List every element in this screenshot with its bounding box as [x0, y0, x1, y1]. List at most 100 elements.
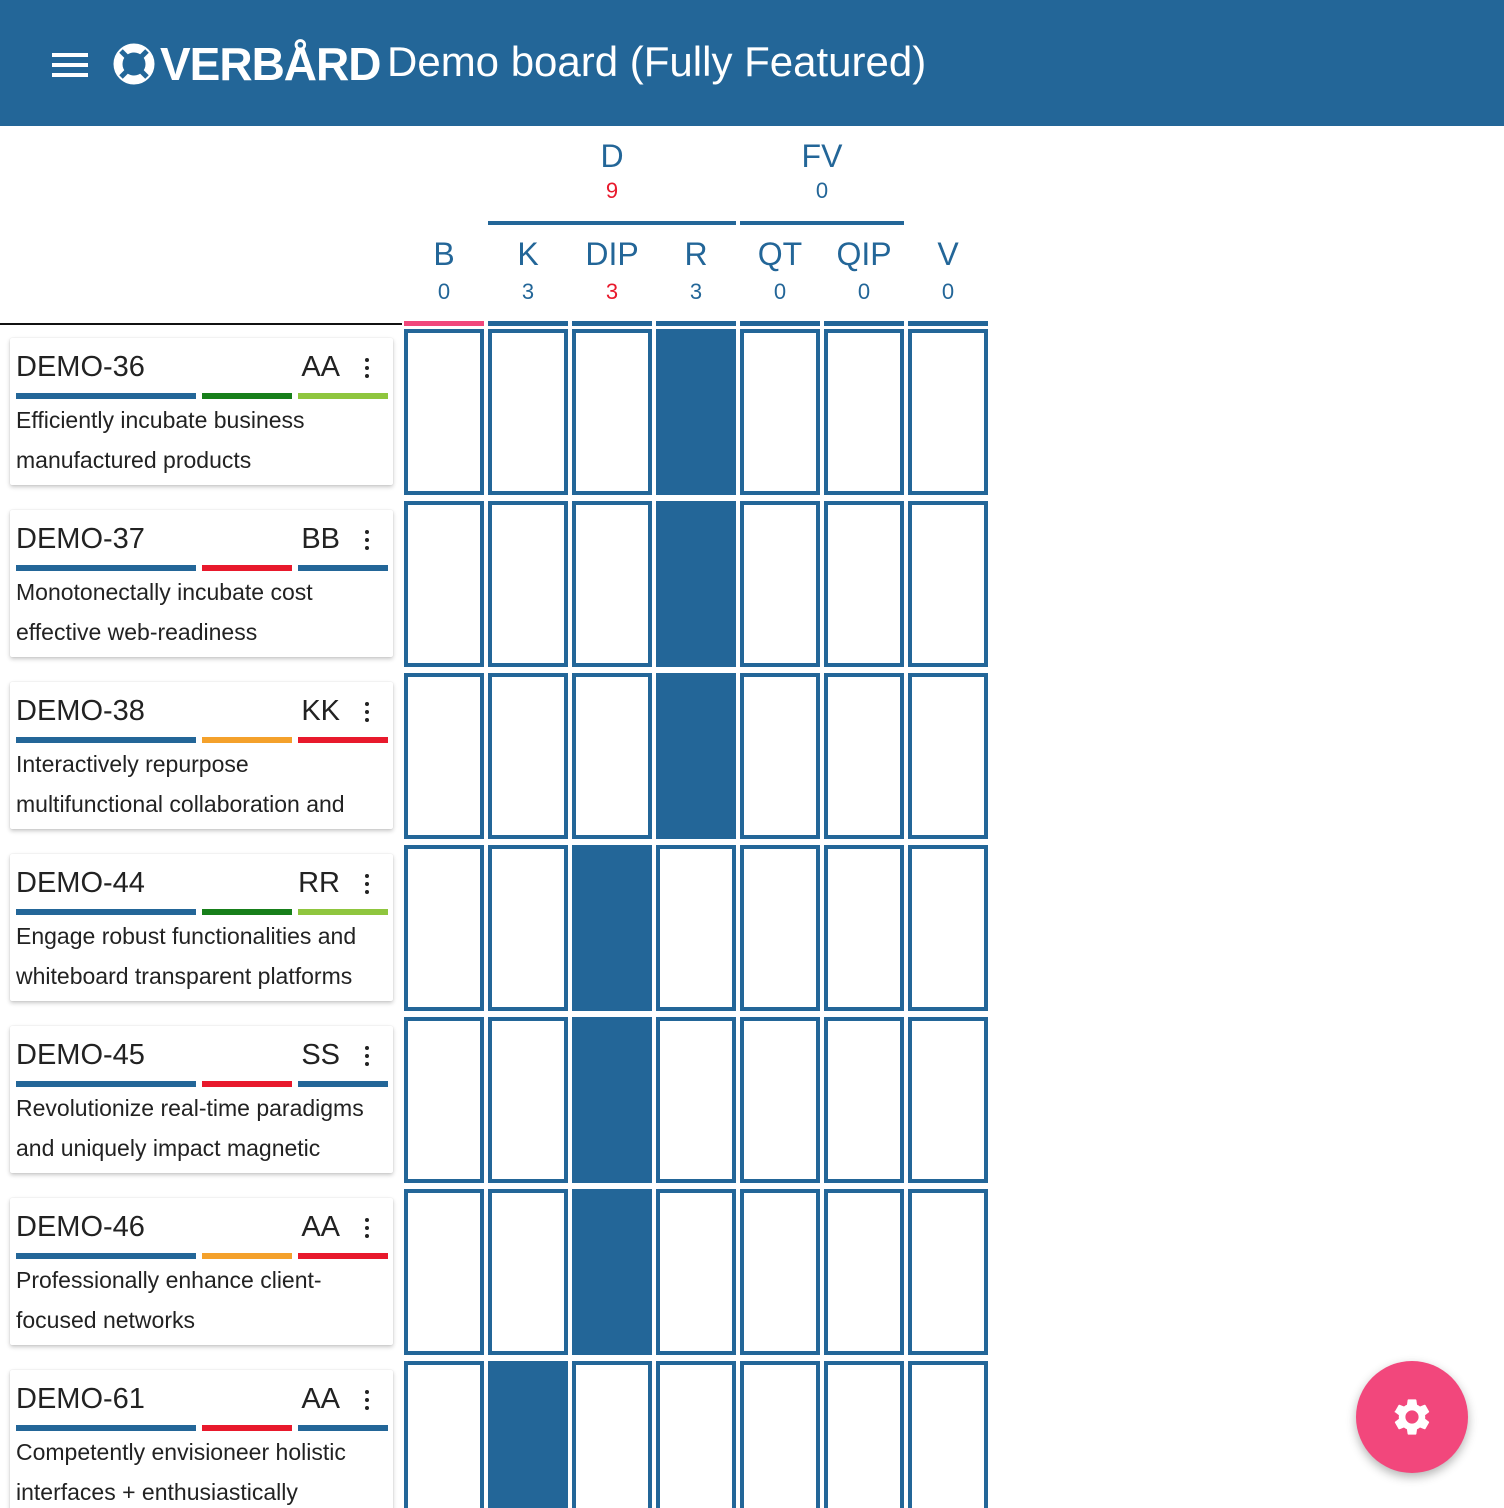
- more-vert-icon[interactable]: [363, 874, 371, 896]
- issue-state-cell-active[interactable]: [656, 501, 736, 667]
- column-count: 3: [605, 279, 619, 304]
- assignee-initials: RR: [298, 867, 340, 899]
- issue-state-cell[interactable]: [656, 845, 736, 1011]
- issue-state-cell[interactable]: [740, 673, 820, 839]
- issue-state-cell[interactable]: [488, 329, 568, 495]
- issue-state-cell[interactable]: [656, 1361, 736, 1508]
- issue-state-cell[interactable]: [404, 673, 484, 839]
- issue-card[interactable]: DEMO-46 AA Professionally enhance client-f…: [10, 1198, 393, 1345]
- group-divider-d: [488, 221, 736, 225]
- more-vert-icon[interactable]: [363, 530, 371, 552]
- issue-state-cell[interactable]: [572, 1361, 652, 1508]
- issue-state-cell-active[interactable]: [572, 1017, 652, 1183]
- column-name: QT: [757, 236, 803, 272]
- issue-key[interactable]: DEMO-45: [16, 1038, 145, 1072]
- issue-state-cell[interactable]: [908, 329, 988, 495]
- issue-state-cell[interactable]: [908, 845, 988, 1011]
- issue-card[interactable]: DEMO-36 AA Efficiently incubate business m…: [10, 338, 393, 485]
- issue-state-cell[interactable]: [572, 329, 652, 495]
- issue-state-cell[interactable]: [824, 329, 904, 495]
- issue-state-cell[interactable]: [908, 673, 988, 839]
- issue-state-cell[interactable]: [740, 1361, 820, 1508]
- issue-key[interactable]: DEMO-38: [16, 694, 145, 728]
- more-vert-icon[interactable]: [363, 1390, 371, 1412]
- state-bar: [298, 737, 388, 743]
- issue-card[interactable]: DEMO-61 AA Competently envisioneer holisti…: [10, 1370, 393, 1508]
- settings-button[interactable]: [1356, 1361, 1468, 1473]
- state-bar: [298, 909, 388, 915]
- more-vert-icon[interactable]: [363, 358, 371, 380]
- issue-state-cell[interactable]: [824, 1189, 904, 1355]
- issue-state-cell-active[interactable]: [572, 845, 652, 1011]
- issue-state-cell[interactable]: [824, 1361, 904, 1508]
- header-divider: [0, 323, 402, 325]
- issue-state-cell[interactable]: [908, 501, 988, 667]
- column-count: 3: [521, 279, 535, 304]
- issue-state-cell[interactable]: [488, 501, 568, 667]
- issue-state-cell[interactable]: [824, 1017, 904, 1183]
- issue-state-cell-active[interactable]: [488, 1361, 568, 1508]
- issue-state-cell[interactable]: [908, 1189, 988, 1355]
- issue-state-cell[interactable]: [572, 673, 652, 839]
- issue-state-cell[interactable]: [404, 1361, 484, 1508]
- priority-bar: [202, 737, 292, 743]
- issue-state-cell[interactable]: [824, 845, 904, 1011]
- issue-key[interactable]: DEMO-37: [16, 522, 145, 556]
- issue-state-cell[interactable]: [404, 845, 484, 1011]
- column-name: V: [937, 236, 959, 272]
- issue-state-cell[interactable]: [656, 1017, 736, 1183]
- issue-state-cell[interactable]: [740, 329, 820, 495]
- issue-state-cell[interactable]: [488, 1017, 568, 1183]
- issue-state-cell[interactable]: [404, 501, 484, 667]
- issue-key[interactable]: DEMO-44: [16, 866, 145, 900]
- more-vert-icon[interactable]: [363, 1218, 371, 1240]
- issue-key[interactable]: DEMO-36: [16, 350, 145, 384]
- column-header-qt[interactable]: QT 0: [740, 234, 820, 307]
- issue-card[interactable]: DEMO-38 KK Interactively repurpose multifu…: [10, 682, 393, 829]
- issue-state-cell[interactable]: [824, 501, 904, 667]
- issue-key[interactable]: DEMO-46: [16, 1210, 145, 1244]
- issue-state-cell[interactable]: [908, 1361, 988, 1508]
- issue-state-cell[interactable]: [488, 673, 568, 839]
- issue-summary: Competently envisioneer holistic interfa…: [16, 1439, 346, 1505]
- issue-state-cell[interactable]: [740, 1017, 820, 1183]
- column-header-qip[interactable]: QIP 0: [824, 234, 904, 307]
- menu-icon[interactable]: [52, 53, 88, 77]
- column-bar-qip: [824, 321, 904, 326]
- column-header-r[interactable]: R 3: [656, 234, 736, 307]
- issue-card[interactable]: DEMO-44 RR Engage robust functionalities a…: [10, 854, 393, 1001]
- issue-state-cell[interactable]: [740, 501, 820, 667]
- app-logo[interactable]: VERBÅRD: [112, 40, 381, 88]
- issue-state-cell[interactable]: [404, 329, 484, 495]
- column-name: R: [684, 236, 708, 272]
- issue-state-cell[interactable]: [824, 673, 904, 839]
- assignee-initials: KK: [301, 695, 340, 727]
- state-bar: [298, 1253, 388, 1259]
- column-header-dip[interactable]: DIP 3: [572, 234, 652, 307]
- issue-state-cell[interactable]: [488, 845, 568, 1011]
- issue-state-cell[interactable]: [740, 845, 820, 1011]
- issue-state-cell[interactable]: [656, 1189, 736, 1355]
- more-vert-icon[interactable]: [363, 1046, 371, 1068]
- issue-state-cell-active[interactable]: [656, 329, 736, 495]
- group-divider-fv: [740, 221, 904, 225]
- issue-card[interactable]: DEMO-37 BB Monotonectally incubate cost ef…: [10, 510, 393, 657]
- issue-state-cell[interactable]: [488, 1189, 568, 1355]
- issue-card[interactable]: DEMO-45 SS Revolutionize real-time paradig…: [10, 1026, 393, 1173]
- issue-summary: Professionally enhance client-focused ne…: [16, 1267, 322, 1333]
- issue-state-cell-active[interactable]: [572, 1189, 652, 1355]
- column-header-v[interactable]: V 0: [908, 234, 988, 307]
- issue-state-cell[interactable]: [908, 1017, 988, 1183]
- issue-state-cell[interactable]: [404, 1189, 484, 1355]
- more-vert-icon[interactable]: [363, 702, 371, 724]
- issue-summary: Efficiently incubate business manufactur…: [16, 407, 305, 473]
- column-header-k[interactable]: K 3: [488, 234, 568, 307]
- issue-state-cell[interactable]: [404, 1017, 484, 1183]
- issue-key[interactable]: DEMO-61: [16, 1382, 145, 1416]
- column-count: 0: [941, 279, 955, 304]
- assignee-initials: BB: [301, 523, 340, 555]
- issue-state-cell[interactable]: [572, 501, 652, 667]
- issue-state-cell[interactable]: [740, 1189, 820, 1355]
- issue-state-cell-active[interactable]: [656, 673, 736, 839]
- column-header-b[interactable]: B 0: [404, 234, 484, 307]
